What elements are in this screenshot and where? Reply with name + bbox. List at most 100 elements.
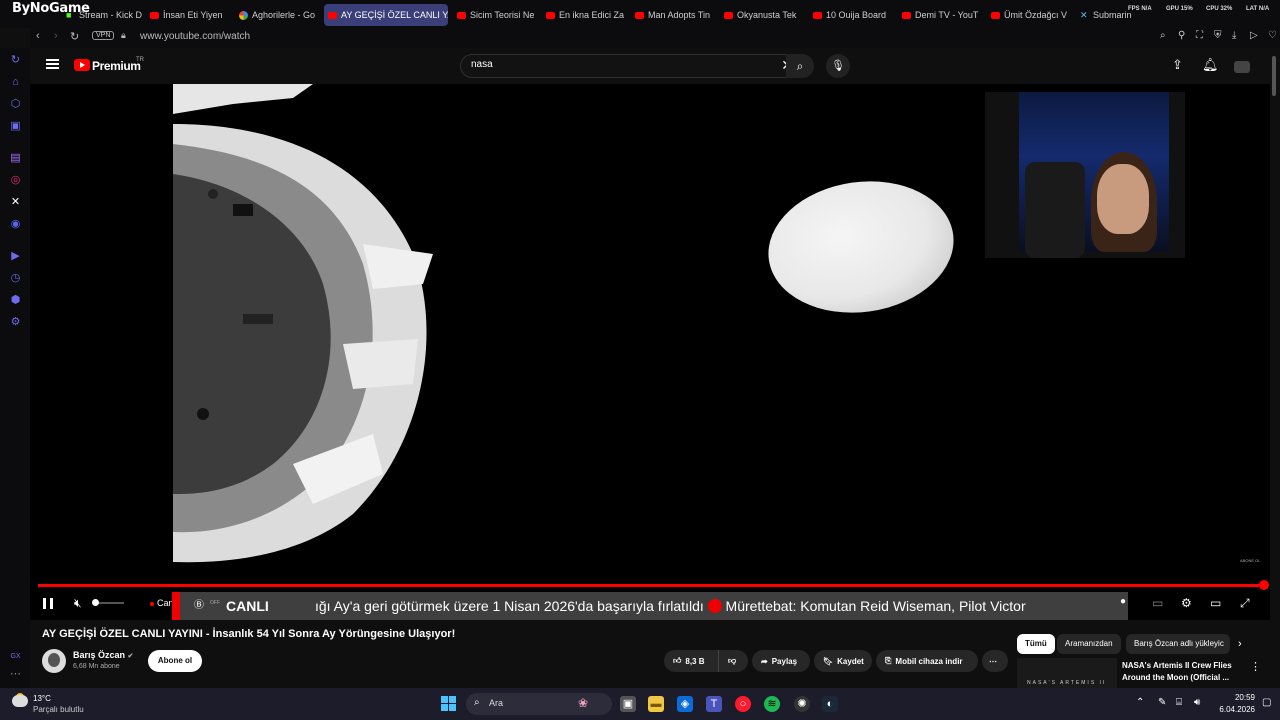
chip-all[interactable]: Tümü xyxy=(1017,634,1055,654)
windows-taskbar: 13°C Parçalı bulutlu ⌕ Ara ❀ ▣ ▬ ◈ T ○ ≋… xyxy=(0,688,1280,720)
channel-avatar[interactable] xyxy=(42,649,66,673)
search-box[interactable]: ✕ xyxy=(460,54,793,78)
clock-date[interactable]: 6.04.2026 xyxy=(1213,705,1255,714)
player-icon[interactable]: ▶ xyxy=(9,250,22,263)
task-view-icon[interactable]: ▣ xyxy=(620,696,636,712)
tab-active[interactable]: AY GEÇİŞİ ÖZEL CANLI YA xyxy=(324,4,448,26)
forward-icon[interactable]: › xyxy=(54,30,58,42)
taskbar-search[interactable]: ⌕ Ara ❀ xyxy=(466,693,612,715)
channel-name[interactable]: Barış Özcan ✔ xyxy=(73,650,133,660)
tab-1[interactable]: İnsan Eti Yiyen xyxy=(146,4,230,26)
heart-icon[interactable]: ♡ xyxy=(1268,30,1277,41)
thumbs-down-icon: 👎︎ xyxy=(728,656,737,665)
steam-icon[interactable]: ◐ xyxy=(822,696,838,712)
menu-icon[interactable] xyxy=(46,59,59,69)
download-mobile-button[interactable]: ⎘ Mobil cihaza indir xyxy=(876,650,978,672)
notifications-bell-icon[interactable]: 🔔︎ xyxy=(1202,57,1219,73)
spotify-icon[interactable]: ≋ xyxy=(764,696,780,712)
pen-icon[interactable]: ✎ xyxy=(1158,697,1166,708)
subtitles-icon[interactable]: ▭ xyxy=(1152,596,1163,610)
upload-icon[interactable]: ⇪ xyxy=(1172,57,1183,73)
chips-next-icon[interactable]: › xyxy=(1238,638,1242,650)
clock-time[interactable]: 20:59 xyxy=(1213,693,1255,702)
instagram-icon[interactable]: ◎ xyxy=(9,174,22,187)
tab-8[interactable]: 10 Ouija Board xyxy=(809,4,895,26)
tab-5[interactable]: En ikna Edici Za xyxy=(542,4,628,26)
temperature[interactable]: 13°C xyxy=(33,694,51,703)
network-icon[interactable]: ⌸ xyxy=(1176,697,1182,708)
reload-icon[interactable]: ↻ xyxy=(70,30,79,43)
tab-4[interactable]: Sicim Teorisi Ne xyxy=(453,4,539,26)
ticker-off-label: OFF xyxy=(210,600,220,606)
subscribe-button[interactable]: Abone ol xyxy=(148,650,202,672)
back-icon[interactable]: ‹ xyxy=(36,30,40,42)
download-icon[interactable]: ⤓ xyxy=(1232,30,1236,41)
video-player[interactable]: ABONE OL xyxy=(30,84,1270,620)
tab-9[interactable]: Demi TV - YouT xyxy=(898,4,984,26)
opera-gx-icon[interactable]: ○ xyxy=(735,696,751,712)
bag-icon[interactable]: ⌂ xyxy=(9,76,22,89)
refresh-panel-icon[interactable]: ↻ xyxy=(9,54,22,67)
zoom-icon[interactable]: ⌕ xyxy=(1160,30,1166,41)
teams-icon[interactable]: T xyxy=(706,696,722,712)
game-icon[interactable]: ⬡ xyxy=(9,98,22,111)
like-button[interactable]: 👍︎ 8,3 B xyxy=(664,650,718,672)
screenshot-icon[interactable]: ⛶ xyxy=(1196,30,1203,41)
more-dots-icon[interactable]: ⋯ xyxy=(9,668,22,681)
fullscreen-icon[interactable]: ⤢ xyxy=(1240,596,1250,611)
premium-logo-text[interactable]: Premium xyxy=(92,59,141,73)
share-button[interactable]: ➦ Paylaş xyxy=(752,650,810,672)
theater-mode-icon[interactable]: ▭ xyxy=(1210,596,1221,610)
search-input[interactable] xyxy=(471,59,751,70)
weather-cloud-icon[interactable] xyxy=(12,695,28,707)
volume-knob[interactable] xyxy=(92,599,99,606)
account-avatar[interactable] xyxy=(1234,61,1250,73)
weather-description[interactable]: Parçalı bulutlu xyxy=(33,705,84,714)
autoplay-toggle-icon[interactable]: ● xyxy=(1120,596,1126,607)
search-button[interactable]: ⌕ xyxy=(786,54,814,78)
news-icon[interactable]: ▣ xyxy=(9,120,22,133)
related-more-icon[interactable]: ⋮ xyxy=(1250,660,1261,673)
twitch-icon[interactable]: ▤ xyxy=(9,152,22,165)
shield-icon[interactable]: ⛨ xyxy=(1214,30,1222,41)
history-icon[interactable]: ◷ xyxy=(9,272,22,285)
related-video-title[interactable]: NASA's Artemis II Crew Flies Around the … xyxy=(1122,660,1242,684)
save-button[interactable]: 🔖︎ Kaydet xyxy=(814,650,872,672)
tab-0[interactable]: ■ Stream - Kick D xyxy=(62,4,142,26)
pause-icon[interactable] xyxy=(43,598,53,609)
tab-7[interactable]: Okyanusta Tek xyxy=(720,4,806,26)
tab-6[interactable]: Man Adopts Tin xyxy=(631,4,717,26)
related-video-thumbnail[interactable]: NASA'S ARTEMIS II xyxy=(1017,658,1117,688)
tab-2[interactable]: Aghorilerle - Go xyxy=(235,4,319,26)
gx-icon[interactable]: GX xyxy=(9,650,22,663)
page-scrollbar[interactable] xyxy=(1272,56,1276,96)
pin-icon[interactable]: ⚲ xyxy=(1178,30,1185,41)
play-icon[interactable]: ▷ xyxy=(1250,30,1258,41)
live-progress-bar[interactable] xyxy=(38,584,1264,587)
mute-icon[interactable]: 🔇︎ xyxy=(74,596,82,611)
youtube-logo-icon[interactable] xyxy=(74,59,90,71)
windows-start-icon[interactable] xyxy=(441,696,456,711)
more-actions-button[interactable]: ⋯ xyxy=(982,650,1008,672)
tray-overflow-icon[interactable]: ⌃ xyxy=(1136,697,1144,708)
streamer-webcam xyxy=(985,92,1185,258)
cube-icon[interactable]: ⬢ xyxy=(9,294,22,307)
progress-scrubber[interactable] xyxy=(1259,580,1269,590)
x-twitter-icon[interactable]: ✕ xyxy=(9,196,22,209)
file-explorer-icon[interactable]: ▬ xyxy=(648,696,664,712)
tab-10[interactable]: Ümit Özdağcı V xyxy=(987,4,1073,26)
settings-icon[interactable]: ⚙ xyxy=(9,316,22,329)
notification-center-icon[interactable]: ▢ xyxy=(1262,697,1271,708)
vpn-badge[interactable]: VPN xyxy=(92,31,115,40)
dislike-button[interactable]: 👎︎ xyxy=(718,650,748,672)
voice-search-icon[interactable]: 🎙︎ xyxy=(826,54,850,78)
settings-gear-icon[interactable]: ⚙ xyxy=(1181,596,1192,610)
store-icon[interactable]: ◈ xyxy=(677,696,693,712)
chip-from-search[interactable]: Aramanızdan xyxy=(1057,634,1121,654)
discord-icon[interactable]: ◉ xyxy=(9,218,22,231)
chatgpt-icon[interactable]: ✺ xyxy=(794,696,810,712)
tab-11[interactable]: ✕Submarine Cab xyxy=(1076,4,1132,26)
url-field[interactable]: www.youtube.com/watch xyxy=(140,31,250,42)
volume-icon[interactable]: 🔊︎ xyxy=(1194,697,1200,708)
chip-channel[interactable]: Barış Özcan adlı yükleyic xyxy=(1126,634,1230,654)
